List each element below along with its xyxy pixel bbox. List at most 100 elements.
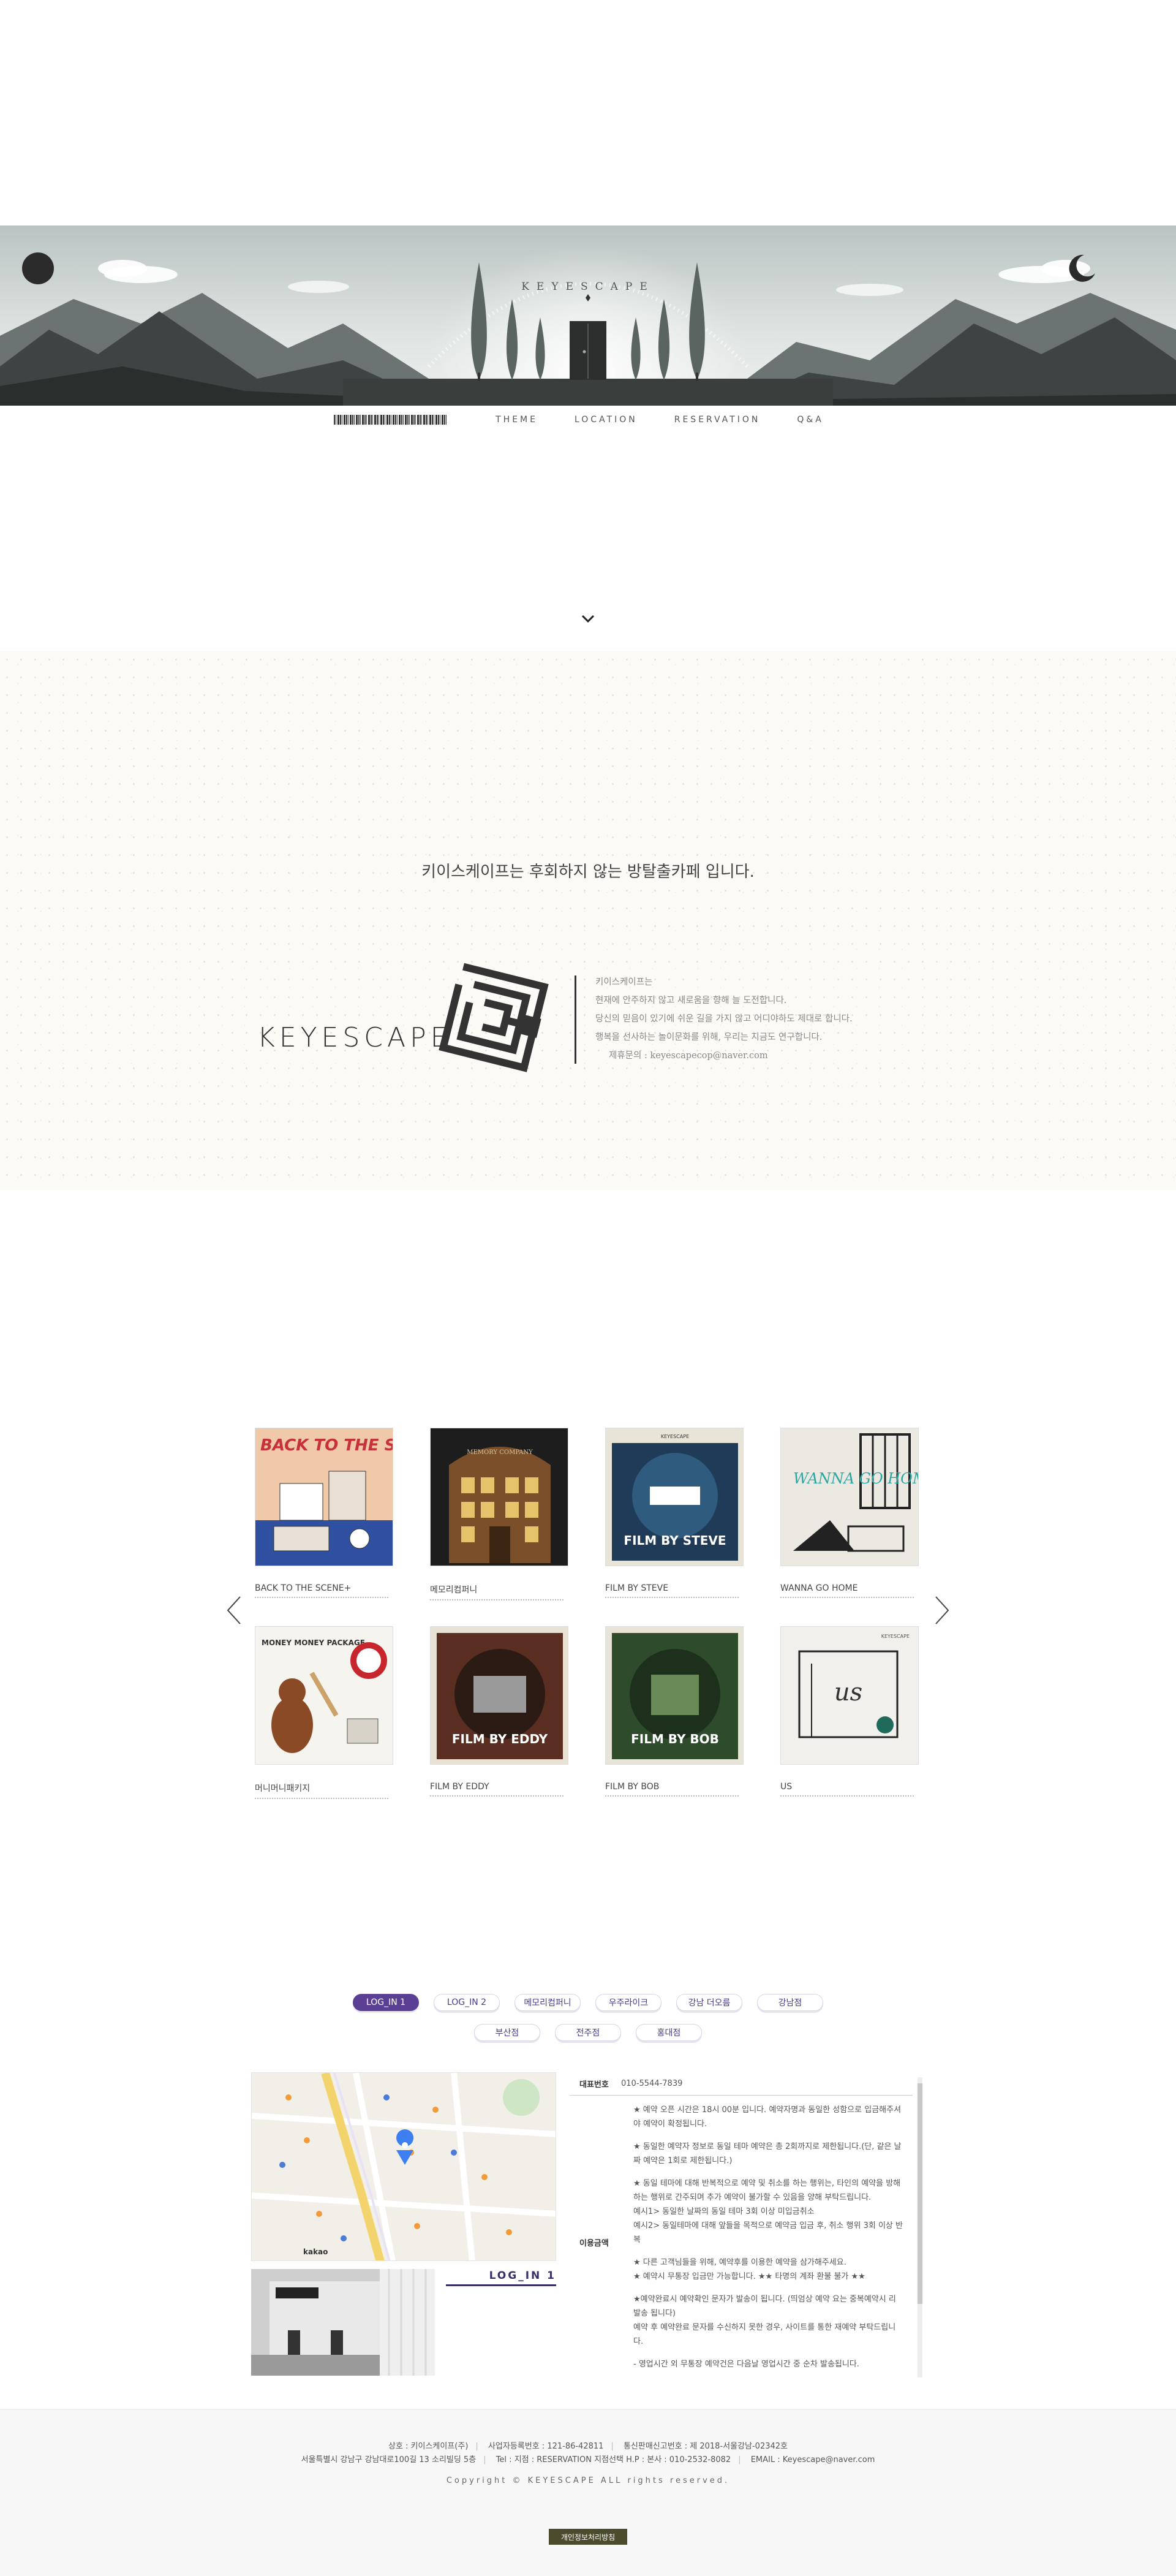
intro-line: 행복을 선사하는 놀이문화를 위해, 우리는 지금도 연구합니다.	[595, 1032, 823, 1042]
theme-label[interactable]: WANNA GO HOME	[780, 1583, 914, 1598]
nav-qna[interactable]: Q&A	[797, 415, 824, 425]
branch-map[interactable]: kakao	[251, 2072, 556, 2261]
footer-company-line: 상호 : 키이스케이프(주) | 사업자등록번호 : 121-86-42811 | …	[388, 2442, 788, 2451]
reservation-notes: ★ 예약 오픈 시간은 18시 00분 입니다. 예약자명과 동일한 성함으로 …	[633, 2103, 903, 2380]
nav-theme[interactable]: THEME	[496, 415, 538, 425]
intro-line: 현재에 안주하지 않고 새로움을 향해 늘 도전합니다.	[595, 996, 787, 1006]
theme-card-back-to-the-scene[interactable]: BACK TO THE SCENE+ BACK TO THE SCENE+	[255, 1428, 396, 1598]
svg-text:WANNA GO HOME: WANNA GO HOME	[793, 1470, 919, 1487]
theme-label[interactable]: BACK TO THE SCENE+	[255, 1583, 388, 1598]
footer-copyright: Copyright © KEYESCAPE ALL rights reserve…	[446, 2476, 730, 2485]
intro-headline: 키이스케이프는 후회하지 않는 방탈출카페 입니다.	[421, 863, 755, 881]
theme-poster[interactable]: BACK TO THE SCENE+	[255, 1428, 393, 1566]
maze-logo-icon	[439, 963, 549, 1072]
theme-card-us[interactable]: KEYESCAPE us US	[780, 1626, 921, 1797]
intro-line: 키이스케이프는	[595, 977, 653, 987]
nav-location[interactable]: LOCATION	[575, 415, 638, 425]
theme-poster[interactable]: MEMORY COMPANY	[430, 1428, 568, 1566]
svg-text:KEYESCAPE: KEYESCAPE	[661, 1434, 689, 1439]
barcode-logo[interactable]	[334, 415, 448, 425]
next-arrow-icon[interactable]	[930, 1592, 954, 1629]
price-label: 이용금액	[579, 2239, 609, 2248]
nav-reservation[interactable]: RESERVATION	[674, 415, 761, 425]
theme-poster[interactable]: FILM BY EDDY	[430, 1626, 568, 1765]
branch-tab-gangnam[interactable]: 강남점	[757, 1994, 823, 2011]
note: ★ 예약 오픈 시간은 18시 00분 입니다. 예약자명과 동일한 성함으로 …	[633, 2105, 902, 2129]
svg-text:FILM BY EDDY: FILM BY EDDY	[452, 1732, 548, 1746]
branch-tab-woojulike[interactable]: 우주라이크	[595, 1994, 662, 2011]
note: ★ 예약시 무통장 입금만 가능합니다. ★★ 타명의 계좌 환불 불가 ★★	[633, 2272, 865, 2281]
intro-description: 키이스케이프는 현재에 안주하지 않고 새로움을 향해 늘 도전합니다. 당신의…	[595, 973, 853, 1065]
branch-tab-hongdae[interactable]: 홍대점	[636, 2024, 702, 2041]
theme-card-wanna-go-home[interactable]: WANNA GO HOME WANNA GO HOME	[780, 1428, 921, 1598]
theme-poster[interactable]: FILM BY STEVE KEYESCAPE	[605, 1428, 744, 1566]
note: 예약 후 예약완료 문자를 수신하지 못한 경우, 사이트를 통한 재예약 부탁…	[633, 2323, 896, 2346]
theme-poster[interactable]: FILM BY BOB	[605, 1626, 744, 1765]
phone-value[interactable]: 010-5544-7839	[614, 2079, 682, 2088]
theme-poster[interactable]: KEYESCAPE us	[780, 1626, 919, 1765]
note: 예시1> 동일한 날짜의 동일 테마 3회 이상 미입금취소	[633, 2207, 815, 2216]
phone-label: 대표번호	[579, 2080, 609, 2089]
footer-address-line: 서울특별시 강남구 강남대로100길 13 소리빌딩 5층 | Tel : 지점 …	[301, 2455, 875, 2464]
theme-label[interactable]: FILM BY EDDY	[430, 1782, 564, 1797]
branch-tab-memory-company[interactable]: 메모리컴퍼니	[514, 1994, 581, 2011]
privacy-policy-button[interactable]: 개인정보처리방침	[549, 2529, 627, 2545]
footer-ecommerce: 통신판매신고번호 : 제 2018-서울강남-02342호	[623, 2442, 788, 2451]
note: - 영업시간 외 무통장 예약건은 다음날 영업시간 중 순차 발송됩니다.	[633, 2360, 859, 2369]
note: ★ 동일 테마에 대해 반복적으로 예약 및 취소를 하는 행위는, 타인의 예…	[633, 2179, 901, 2202]
dark-moon-icon	[22, 252, 54, 284]
theme-label[interactable]: 메모리컴퍼니	[430, 1583, 564, 1601]
branch-tab-login2[interactable]: LOG_IN 2	[434, 1994, 500, 2011]
note: ★ 동일한 예약자 정보로 동일 테마 예약은 총 2회까지로 제한됩니다.(단…	[633, 2142, 902, 2165]
chevron-down-icon[interactable]	[579, 610, 597, 627]
theme-poster[interactable]: WANNA GO HOME	[780, 1428, 919, 1566]
theme-card-film-by-bob[interactable]: FILM BY BOB FILM BY BOB	[605, 1626, 746, 1797]
svg-text:KEYESCAPE: KEYESCAPE	[881, 1634, 910, 1639]
svg-text:MONEY MONEY PACKAGE: MONEY MONEY PACKAGE	[262, 1638, 365, 1647]
phone-row: 대표번호 010-5544-7839	[570, 2072, 913, 2096]
footer-address: 서울특별시 강남구 강남대로100길 13 소리빌딩 5층	[301, 2455, 477, 2464]
branch-tab-busan[interactable]: 부산점	[474, 2024, 540, 2041]
branch-tab-gangnam-theorem[interactable]: 강남 더오름	[676, 1994, 742, 2011]
note: ★예약완료시 예약확인 문자가 발송이 됩니다. (띄엄상 예약 요는 중복예약…	[633, 2295, 896, 2318]
footer-biznum: 사업자등록번호 : 121-86-42811	[488, 2442, 604, 2451]
scrollbar-thumb[interactable]	[918, 2083, 922, 2304]
theme-label[interactable]: 머니머니패키지	[255, 1782, 388, 1799]
branch-tab-jeonju[interactable]: 전주점	[555, 2024, 621, 2041]
theme-label[interactable]: FILM BY STEVE	[605, 1583, 739, 1598]
hero-banner	[0, 225, 1176, 406]
intro-section: 키이스케이프는 후회하지 않는 방탈출카페 입니다. KEYESCAPE 키이스…	[0, 651, 1176, 1190]
theme-card-money-package[interactable]: MONEY MONEY PACKAGE 머니머니패키지	[255, 1626, 396, 1799]
svg-text:us: us	[834, 1678, 862, 1707]
branch-tabs-row-2: 부산점 전주점 홍대점	[0, 2024, 1176, 2041]
notes-scrollbar[interactable]	[918, 2077, 922, 2377]
footer: 상호 : 키이스케이프(주) | 사업자등록번호 : 121-86-42811 | …	[0, 2409, 1176, 2576]
theme-card-memory-company[interactable]: MEMORY COMPANY 메모리컴퍼니	[430, 1428, 571, 1601]
svg-text:FILM BY BOB: FILM BY BOB	[631, 1732, 719, 1746]
contact-email[interactable]: 제휴문의 : keyescapecop@naver.com	[595, 1047, 853, 1065]
prev-arrow-icon[interactable]	[222, 1592, 246, 1629]
hero-title: KEYESCAPE	[521, 281, 655, 293]
branch-tab-login1[interactable]: LOG_IN 1	[353, 1994, 419, 2011]
svg-text:BACK TO THE SCENE+: BACK TO THE SCENE+	[260, 1436, 393, 1455]
theme-card-film-by-steve[interactable]: FILM BY STEVE KEYESCAPE FILM BY STEVE	[605, 1428, 746, 1598]
theme-poster[interactable]: MONEY MONEY PACKAGE	[255, 1626, 393, 1765]
selected-branch-name: LOG_IN 1	[446, 2270, 556, 2286]
footer-email[interactable]: EMAIL : Keyescape@naver.com	[751, 2455, 875, 2464]
main-nav: THEME LOCATION RESERVATION Q&A	[0, 406, 1176, 434]
footer-company: 상호 : 키이스케이프(주)	[388, 2442, 469, 2451]
theme-card-film-by-eddy[interactable]: FILM BY EDDY FILM BY EDDY	[430, 1626, 571, 1797]
intro-line: 당신의 믿음이 있기에 쉬운 길을 가지 않고 어디야하도 제대로 합니다.	[595, 1014, 853, 1024]
footer-tel: Tel : 지점 : RESERVATION 지점선택 H.P : 본사 : 0…	[496, 2455, 731, 2464]
theme-label[interactable]: US	[780, 1782, 914, 1797]
brand-wordmark: KEYESCAPE	[257, 1022, 452, 1053]
note: 예시2> 동일테마에 대해 앞들을 목적으로 예약금 입금 후, 취소 행위 3…	[633, 2221, 903, 2245]
divider-line	[575, 975, 576, 1064]
hero-illustration	[0, 225, 1176, 406]
theme-label[interactable]: FILM BY BOB	[605, 1782, 739, 1797]
svg-text:FILM BY STEVE: FILM BY STEVE	[624, 1533, 726, 1548]
branch-info-panel: 대표번호 010-5544-7839 이용금액 ★ 예약 오픈 시간은 18시 …	[570, 2072, 925, 2379]
branch-tabs-row-1: LOG_IN 1 LOG_IN 2 메모리컴퍼니 우주라이크 강남 더오름 강남…	[0, 1994, 1176, 2011]
note: ★ 다른 고객님들을 위해, 예약후를 이용한 예약을 삼가해주세요.	[633, 2258, 846, 2267]
svg-text:kakao: kakao	[303, 2248, 328, 2256]
